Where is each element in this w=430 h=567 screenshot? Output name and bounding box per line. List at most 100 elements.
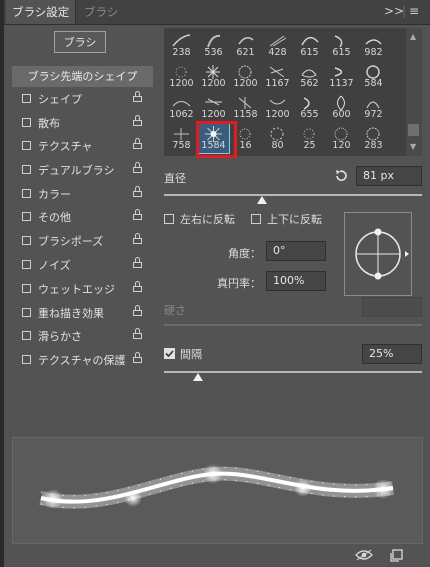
menu-icon[interactable]: ≡ [409, 0, 419, 24]
lock-icon[interactable] [133, 91, 142, 102]
lock-icon[interactable] [133, 328, 142, 339]
option-label: 重ね描き効果 [38, 307, 104, 320]
hardness-input [362, 297, 422, 317]
option-texture[interactable]: テクスチャ [12, 135, 153, 158]
brush-tip[interactable]: 615 [326, 30, 357, 60]
dual-brush-checkbox[interactable] [22, 165, 31, 174]
scroll-up-icon[interactable]: ▲ [410, 32, 416, 41]
scatter-checkbox[interactable] [22, 118, 31, 127]
shape-checkbox[interactable] [22, 94, 31, 103]
flip-x-label: 左右に反転 [180, 213, 235, 226]
new-preset-icon[interactable] [390, 549, 403, 562]
scroll-thumb[interactable] [408, 124, 419, 136]
diameter-input[interactable]: 81 px [356, 166, 422, 186]
spacing-checkbox[interactable] [164, 348, 175, 359]
lock-icon[interactable] [133, 209, 142, 220]
tab-brush-settings[interactable]: ブラシ設定 [6, 0, 77, 24]
brush-tip-shape-item[interactable]: ブラシ先端のシェイプ [12, 66, 153, 87]
brush-tip[interactable]: 1062 [166, 92, 197, 122]
angle-roundness-widget[interactable] [344, 212, 412, 296]
wet-edges-checkbox[interactable] [22, 284, 31, 293]
reset-size-icon[interactable] [334, 169, 348, 183]
brush-tip[interactable]: 1200 [198, 61, 229, 91]
brush-tip[interactable]: 758 [166, 123, 197, 153]
brush-tip[interactable]: 238 [166, 30, 197, 60]
option-scatter[interactable]: 散布 [12, 112, 153, 135]
angle-input[interactable]: 0° [266, 241, 326, 261]
lock-icon[interactable] [133, 115, 142, 126]
roundness-input[interactable]: 100% [266, 271, 326, 291]
color-checkbox[interactable] [22, 189, 31, 198]
lock-icon[interactable] [133, 257, 142, 268]
diameter-slider-track[interactable] [164, 194, 422, 196]
brush-tip[interactable]: 600 [326, 92, 357, 122]
spacing-slider-thumb[interactable] [192, 373, 203, 381]
brush-size: 621 [236, 47, 255, 58]
brush-pose-checkbox[interactable] [22, 236, 31, 245]
brush-tip[interactable]: 1200 [262, 92, 293, 122]
spacing-slider-track[interactable] [164, 371, 422, 373]
brush-tip[interactable]: 536 [198, 30, 229, 60]
option-other[interactable]: その他 [12, 206, 153, 229]
stroke-preview-graphic [39, 464, 395, 509]
brush-tip[interactable]: 972 [358, 92, 389, 122]
lock-icon[interactable] [133, 138, 142, 149]
option-noise[interactable]: ノイズ [12, 254, 153, 277]
brush-tip[interactable]: 982 [358, 30, 389, 60]
eye-icon[interactable] [355, 549, 373, 561]
brush-tip[interactable]: 1137 [326, 61, 357, 91]
flip-x-checkbox[interactable] [164, 214, 174, 224]
brush-size: 982 [364, 47, 383, 58]
brush-presets-button[interactable]: ブラシ [54, 31, 106, 53]
lock-icon[interactable] [133, 352, 142, 363]
tab-brushes[interactable]: ブラシ [78, 0, 124, 24]
option-smoothing[interactable]: 滑らかさ [12, 325, 153, 348]
lock-icon[interactable] [133, 186, 142, 197]
brush-tip[interactable]: 562 [294, 61, 325, 91]
hardness-slider-track [164, 324, 422, 326]
brush-size: 615 [300, 47, 319, 58]
brush-tip[interactable]: 120 [326, 123, 357, 153]
brush-size: 562 [300, 78, 319, 89]
brush-tip[interactable]: 1200 [198, 92, 229, 122]
option-shape[interactable]: シェイプ [12, 88, 153, 111]
tab-bar: ブラシ設定 ブラシ >> | ≡ [4, 0, 430, 25]
brush-grid-scrollbar[interactable]: ▲ ▼ [406, 28, 422, 156]
brush-tip[interactable]: 25 [294, 123, 325, 153]
lock-icon[interactable] [133, 305, 142, 316]
brush-tip[interactable]: 1200 [166, 61, 197, 91]
diameter-slider-thumb[interactable] [257, 196, 268, 204]
brush-tip[interactable]: 584 [358, 61, 389, 91]
flip-y-checkbox[interactable] [251, 214, 261, 224]
brush-size: 600 [332, 109, 351, 120]
texture-checkbox[interactable] [22, 141, 31, 150]
brush-tip[interactable]: 615 [294, 30, 325, 60]
brush-tip[interactable]: 621 [230, 30, 261, 60]
spacing-input[interactable]: 25% [362, 344, 422, 364]
brush-tip[interactable]: 283 [358, 123, 389, 153]
brush-tip[interactable]: 655 [294, 92, 325, 122]
smoothing-checkbox[interactable] [22, 331, 31, 340]
build-up-checkbox[interactable] [22, 308, 31, 317]
brush-tip[interactable]: 80 [262, 123, 293, 153]
brush-tip[interactable]: 428 [262, 30, 293, 60]
option-dual-brush[interactable]: デュアルブラシ [12, 159, 153, 182]
brush-size: 428 [268, 47, 287, 58]
other-checkbox[interactable] [22, 212, 31, 221]
brush-tip[interactable]: 1158 [230, 92, 261, 122]
option-protect-texture[interactable]: テクスチャの保護 [12, 349, 153, 372]
scroll-down-icon[interactable]: ▼ [410, 142, 416, 151]
lock-icon[interactable] [133, 162, 142, 173]
option-wet-edges[interactable]: ウェットエッジ [12, 278, 153, 301]
angle-dial[interactable] [345, 213, 411, 295]
brush-tip[interactable]: 1200 [230, 61, 261, 91]
option-color[interactable]: カラー [12, 183, 153, 206]
brush-tip[interactable]: 1167 [262, 61, 293, 91]
brush-size: 283 [364, 140, 383, 151]
lock-icon[interactable] [133, 233, 142, 244]
option-brush-pose[interactable]: ブラシポーズ [12, 230, 153, 253]
lock-icon[interactable] [133, 281, 142, 292]
option-build-up[interactable]: 重ね描き効果 [12, 302, 153, 325]
noise-checkbox[interactable] [22, 260, 31, 269]
protect-texture-checkbox[interactable] [22, 355, 31, 364]
